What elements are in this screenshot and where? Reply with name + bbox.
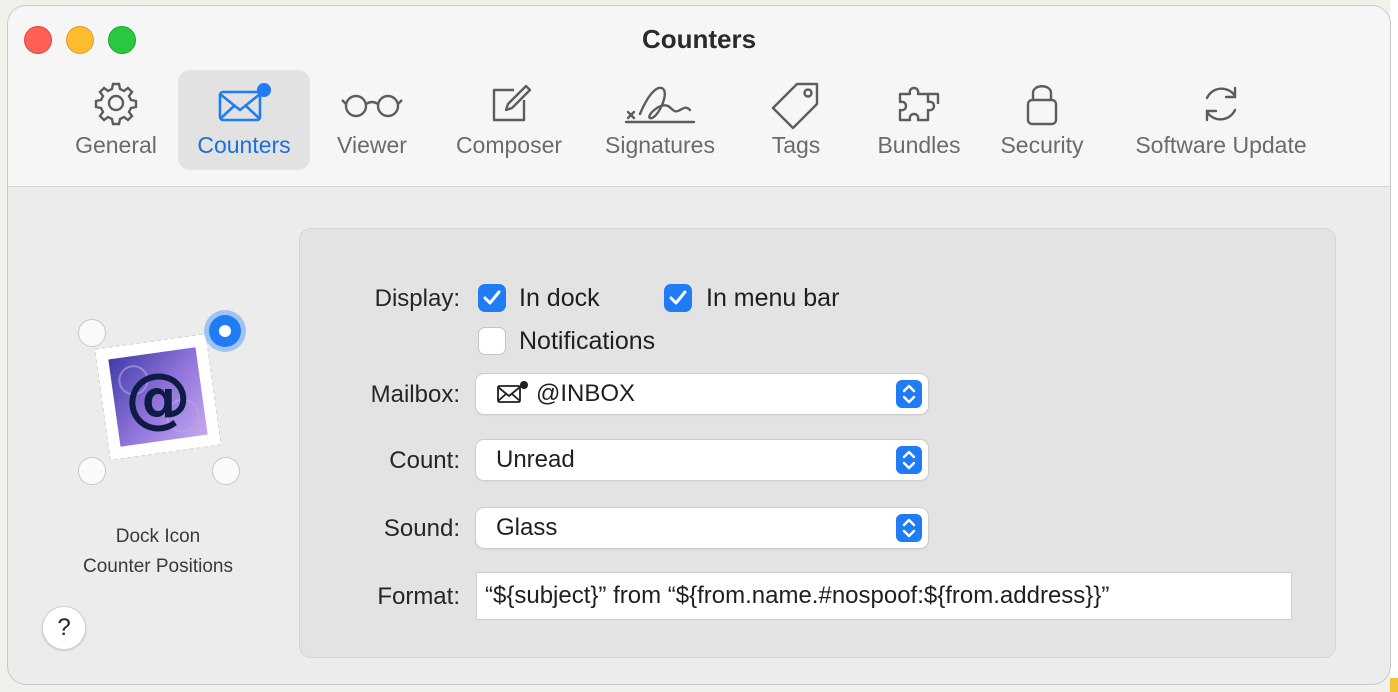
notifications-checkbox[interactable] bbox=[478, 327, 506, 355]
sound-label: Sound: bbox=[383, 515, 460, 542]
preferences-window: Counters General Counters Viewer Compose… bbox=[8, 6, 1390, 684]
display-label: Display: bbox=[374, 285, 460, 312]
tab-software-update-label: Software Update bbox=[1135, 132, 1307, 158]
in-dock-checkbox[interactable] bbox=[478, 284, 506, 312]
in-menu-bar-checkbox[interactable] bbox=[664, 284, 692, 312]
envelope-badge-icon bbox=[218, 83, 271, 122]
checkmark-icon bbox=[669, 290, 687, 305]
format-field[interactable]: “${subject}” from “${from.name.#nospoof:… bbox=[476, 572, 1292, 620]
desktop-background bbox=[1390, 0, 1398, 692]
compose-icon bbox=[492, 84, 532, 122]
checkmark-icon bbox=[483, 290, 501, 305]
count-stepper-icon bbox=[896, 446, 922, 474]
tab-bundles-label: Bundles bbox=[877, 132, 961, 158]
tab-composer[interactable]: Composer bbox=[444, 70, 574, 170]
settings-group: Display: In dock In menu bar Notificatio… bbox=[299, 228, 1336, 658]
in-menu-bar-label[interactable]: In menu bar bbox=[706, 284, 839, 313]
lock-icon bbox=[1026, 85, 1058, 126]
mailbox-value: @INBOX bbox=[536, 380, 636, 407]
mailbox-label: Mailbox: bbox=[370, 381, 460, 408]
tag-icon bbox=[771, 82, 819, 130]
counter-position-bottom-right[interactable] bbox=[212, 457, 240, 485]
signature-icon bbox=[624, 86, 696, 124]
tab-software-update[interactable]: Software Update bbox=[1118, 70, 1324, 170]
mailbox-value-wrap: @INBOX bbox=[496, 380, 635, 408]
window-title: Counters bbox=[641, 24, 757, 54]
count-popup[interactable]: Unread bbox=[476, 440, 928, 480]
tab-security[interactable]: Security bbox=[990, 70, 1094, 170]
help-button[interactable]: ? bbox=[42, 606, 86, 650]
format-value: “${subject}” from “${from.name.#nospoof:… bbox=[485, 582, 1110, 609]
dock-caption-line1: Dock Icon bbox=[115, 526, 201, 547]
in-dock-label[interactable]: In dock bbox=[519, 284, 600, 313]
sound-value: Glass bbox=[496, 514, 558, 541]
counter-position-top-left[interactable] bbox=[78, 319, 106, 347]
gear-icon bbox=[94, 82, 138, 126]
tab-signatures[interactable]: Signatures bbox=[590, 70, 730, 170]
tab-tags[interactable]: Tags bbox=[756, 70, 836, 170]
tab-signatures-label: Signatures bbox=[605, 132, 715, 158]
tab-viewer[interactable]: Viewer bbox=[326, 70, 418, 170]
count-label: Count: bbox=[389, 447, 460, 474]
tab-general[interactable]: General bbox=[64, 70, 168, 170]
sound-popup[interactable]: Glass bbox=[476, 508, 928, 548]
tab-counters[interactable]: Counters bbox=[178, 70, 310, 170]
format-label: Format: bbox=[377, 583, 460, 610]
dock-caption-line2: Counter Positions bbox=[83, 556, 233, 577]
sound-stepper-icon bbox=[896, 514, 922, 542]
tab-composer-label: Composer bbox=[455, 132, 563, 158]
tab-security-label: Security bbox=[1000, 132, 1084, 158]
count-value: Unread bbox=[496, 446, 575, 473]
tab-tags-label: Tags bbox=[771, 132, 821, 158]
content-area: @ Dock Icon Counter Positions ? Display:… bbox=[8, 187, 1390, 684]
stamp-icon: @ bbox=[88, 327, 228, 467]
tab-bundles[interactable]: Bundles bbox=[864, 70, 974, 170]
dock-caption: Dock Icon Counter Positions bbox=[48, 522, 268, 582]
tab-general-label: General bbox=[75, 132, 157, 158]
counter-position-top-right[interactable] bbox=[204, 310, 246, 352]
toolbar: Counters General Counters Viewer Compose… bbox=[8, 6, 1390, 187]
refresh-icon bbox=[1205, 86, 1237, 122]
envelope-icon bbox=[497, 381, 528, 403]
tab-viewer-label: Viewer bbox=[337, 132, 407, 158]
mailbox-popup[interactable]: @INBOX bbox=[476, 374, 928, 414]
puzzle-icon bbox=[898, 86, 940, 122]
counter-position-bottom-left[interactable] bbox=[78, 457, 106, 485]
glasses-icon bbox=[341, 94, 403, 118]
notifications-label[interactable]: Notifications bbox=[519, 327, 655, 356]
tab-counters-label: Counters bbox=[197, 132, 291, 158]
svg-text:@: @ bbox=[125, 359, 191, 436]
mailbox-stepper-icon bbox=[896, 380, 922, 408]
dock-icon-preview: @ bbox=[58, 307, 268, 485]
